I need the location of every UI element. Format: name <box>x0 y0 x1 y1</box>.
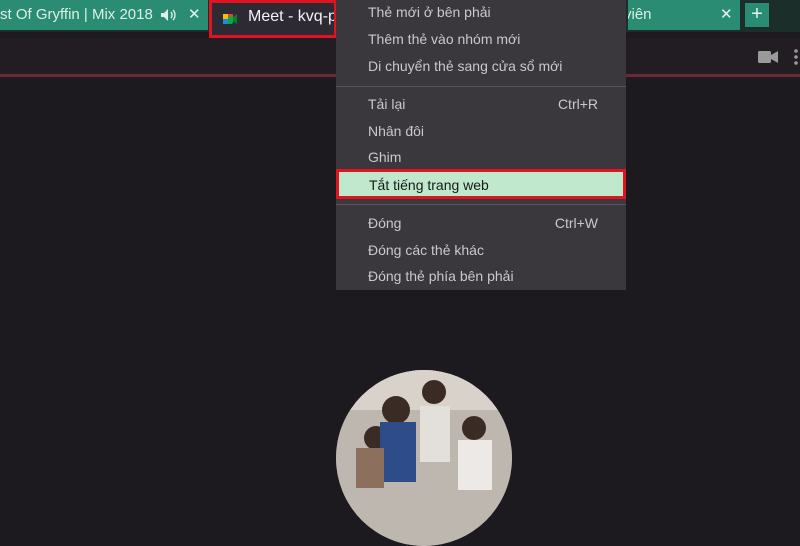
avatar-photo <box>336 370 512 546</box>
tab-title: viên <box>628 6 652 23</box>
close-icon[interactable]: ✕ <box>188 0 201 30</box>
menu-item-label: Tắt tiếng trang web <box>369 177 489 193</box>
menu-item-shortcut: Ctrl+R <box>557 96 598 112</box>
menu-item-shortcut: Ctrl+W <box>554 215 598 231</box>
menu-item-add-to-new-group[interactable]: Thêm thẻ vào nhóm mới <box>336 27 626 53</box>
participant-avatar <box>336 370 512 546</box>
menu-item-move-to-new-window[interactable]: Di chuyển thẻ sang cửa sổ mới <box>336 54 626 80</box>
menu-item-close-other-tabs[interactable]: Đóng các thẻ khác <box>336 238 626 264</box>
tab-context-menu: Thẻ mới ở bên phải Thêm thẻ vào nhóm mới… <box>336 0 626 290</box>
menu-item-mute-site[interactable]: Tắt tiếng trang web <box>336 169 626 199</box>
tab-other[interactable]: viên ✕ <box>628 0 740 30</box>
menu-item-new-tab-right[interactable]: Thẻ mới ở bên phải <box>336 0 626 26</box>
google-meet-icon <box>223 14 237 24</box>
new-tab-button[interactable]: + <box>745 3 769 27</box>
menu-item-label: Thêm thẻ vào nhóm mới <box>368 31 521 47</box>
menu-separator <box>336 204 626 205</box>
menu-item-duplicate[interactable]: Nhân đôi <box>336 119 626 145</box>
menu-item-label: Thẻ mới ở bên phải <box>368 4 491 20</box>
menu-separator <box>336 86 626 87</box>
menu-item-pin[interactable]: Ghim <box>336 145 626 171</box>
menu-item-label: Đóng các thẻ khác <box>368 242 484 258</box>
tab-title: st Of Gryffin | Mix 2018 <box>0 6 153 23</box>
camera-icon[interactable] <box>758 50 778 64</box>
tab-music-mix[interactable]: st Of Gryffin | Mix 2018 ✕ <box>0 0 208 30</box>
tab-title: Meet - kvq-p <box>248 8 334 25</box>
menu-item-reload[interactable]: Tải lại Ctrl+R <box>336 92 626 118</box>
menu-item-label: Nhân đôi <box>368 123 425 139</box>
speaker-icon[interactable] <box>160 8 176 22</box>
menu-item-label: Tải lại <box>368 96 406 112</box>
tab-meet[interactable]: Meet - kvq-p <box>209 0 337 38</box>
menu-item-label: Di chuyển thẻ sang cửa sổ mới <box>368 58 563 74</box>
menu-item-label: Đóng <box>368 215 402 231</box>
menu-item-close-tabs-right[interactable]: Đóng thẻ phía bên phải <box>336 264 626 290</box>
menu-item-label: Đóng thẻ phía bên phải <box>368 268 514 284</box>
menu-item-label: Ghim <box>368 149 402 165</box>
menu-item-close[interactable]: Đóng Ctrl+W <box>336 211 626 237</box>
close-icon[interactable]: ✕ <box>720 0 733 30</box>
more-vert-icon[interactable] <box>793 48 799 66</box>
